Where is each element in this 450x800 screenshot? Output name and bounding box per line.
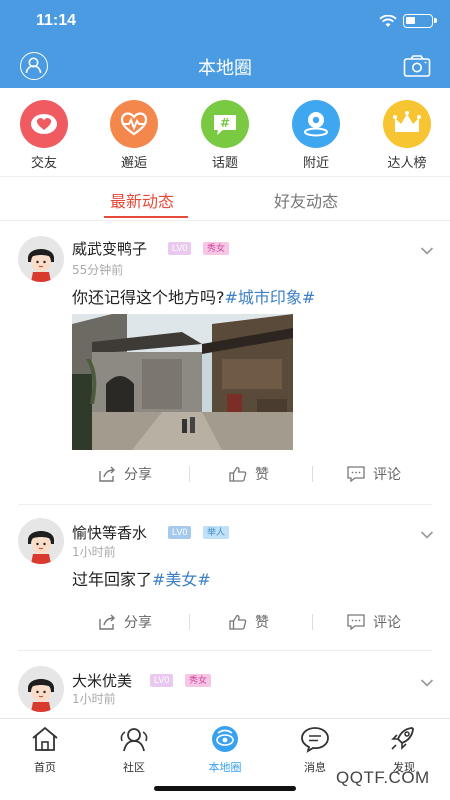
post-actions: 分享 赞 评论 [72, 610, 432, 634]
post-text: 过年回家了#美女# [72, 566, 211, 590]
post-body: 你还记得这个地方吗? [72, 288, 225, 307]
level-badge: LV0 [150, 674, 174, 687]
title-badge: 秀女 [185, 674, 212, 687]
comment-icon [347, 614, 365, 630]
message-icon [301, 727, 329, 753]
quick-nav-nearby[interactable]: 附近 [281, 100, 351, 171]
bottom-nav-label: 首页 [34, 761, 56, 774]
action-separator [312, 614, 313, 630]
quick-nav-encounter[interactable]: 邂逅 [99, 100, 169, 171]
heartbeat-icon [110, 100, 158, 148]
thumbs-up-icon [229, 614, 247, 630]
post-time: 1小时前 [72, 545, 116, 559]
bottom-nav-label: 社区 [123, 761, 145, 774]
local-circle-icon [212, 726, 238, 752]
post-separator [18, 650, 432, 651]
avatar[interactable] [18, 518, 64, 564]
hashtag-icon: # [201, 100, 249, 148]
rocket-icon [391, 727, 414, 750]
home-indicator [154, 786, 296, 791]
level-badge: LV0 [168, 526, 192, 539]
like-button[interactable]: 赞 [229, 612, 269, 632]
share-label: 分享 [124, 467, 152, 483]
wifi-icon [379, 15, 397, 27]
post-actions: 分享 赞 评论 [72, 462, 432, 486]
status-bar: 11:14 [0, 0, 450, 44]
tab-latest[interactable]: 最新动态 [110, 188, 174, 212]
action-separator [312, 466, 313, 482]
comment-label: 评论 [373, 467, 401, 483]
camera-icon[interactable] [403, 54, 431, 78]
svg-text:#: # [220, 116, 230, 130]
post-photo[interactable] [72, 314, 293, 450]
chevron-down-icon[interactable] [420, 530, 434, 540]
crown-icon [383, 100, 431, 148]
quick-nav-topics[interactable]: # 话题 [190, 100, 260, 171]
action-separator [189, 614, 190, 630]
app-header: 11:14 本地圈 [0, 0, 450, 88]
home-icon [32, 726, 58, 751]
comment-label: 评论 [373, 615, 401, 631]
level-badge: LV0 [168, 242, 192, 255]
quick-nav-label: 附近 [302, 156, 329, 171]
heart-icon [20, 100, 68, 148]
bottom-nav-local-circle[interactable]: 本地圈 [190, 725, 260, 775]
battery-icon [403, 14, 437, 28]
bottom-nav-community[interactable]: 社区 [99, 725, 169, 775]
quick-nav-make-friends[interactable]: 交友 [9, 100, 79, 171]
quick-nav-leaderboard[interactable]: 达人榜 [372, 100, 442, 171]
active-tab-indicator [104, 216, 188, 218]
share-button[interactable]: 分享 [98, 612, 152, 632]
post-time: 55分钟前 [72, 263, 124, 277]
like-label: 赞 [255, 615, 269, 631]
quick-nav-label: 交友 [30, 156, 57, 171]
watermark: QQTF.COM [336, 768, 430, 787]
title-badge: 秀女 [203, 242, 230, 255]
title-badge: 举人 [203, 526, 230, 539]
page-title: 本地圈 [198, 58, 252, 79]
status-time: 11:14 [36, 12, 77, 29]
comment-button[interactable]: 评论 [347, 464, 401, 484]
post-separator [18, 504, 432, 505]
like-button[interactable]: 赞 [229, 464, 269, 484]
location-icon [292, 100, 340, 148]
share-icon [99, 614, 115, 630]
topic-link[interactable]: #美女# [152, 570, 211, 589]
action-separator [189, 466, 190, 482]
topic-link[interactable]: #城市印象# [225, 288, 316, 307]
comment-button[interactable]: 评论 [347, 612, 401, 632]
community-icon [120, 728, 148, 752]
post-username[interactable]: 大米优美 [72, 670, 132, 691]
share-label: 分享 [124, 615, 152, 631]
chevron-down-icon[interactable] [420, 678, 434, 688]
post-text: 你还记得这个地方吗?#城市印象# [72, 284, 315, 308]
share-icon [99, 466, 115, 482]
quick-nav-label: 邂逅 [120, 156, 147, 171]
post-time: 1小时前 [72, 692, 116, 706]
chevron-down-icon[interactable] [420, 246, 434, 256]
post-username[interactable]: 威武变鸭子 [72, 238, 147, 259]
quick-nav-label: 达人榜 [387, 156, 427, 171]
comment-icon [347, 466, 365, 482]
like-label: 赞 [255, 467, 269, 483]
quick-nav-label: 话题 [211, 156, 238, 171]
thumbs-up-icon [229, 466, 247, 482]
divider [0, 176, 450, 177]
avatar[interactable] [18, 666, 64, 712]
title-bar: 本地圈 [0, 44, 450, 88]
bottom-nav-home[interactable]: 首页 [10, 725, 80, 775]
tab-friends[interactable]: 好友动态 [274, 188, 338, 212]
bottom-nav-label: 本地圈 [208, 761, 242, 774]
avatar[interactable] [18, 236, 64, 282]
quick-nav: 交友 邂逅 # 话题 附近 达人榜 [0, 100, 450, 171]
divider [0, 220, 450, 221]
feed-tabs: 最新动态 好友动态 [0, 178, 450, 220]
post-body: 过年回家了 [72, 570, 153, 589]
post-username[interactable]: 愉快等香水 [72, 522, 147, 543]
share-button[interactable]: 分享 [98, 464, 152, 484]
